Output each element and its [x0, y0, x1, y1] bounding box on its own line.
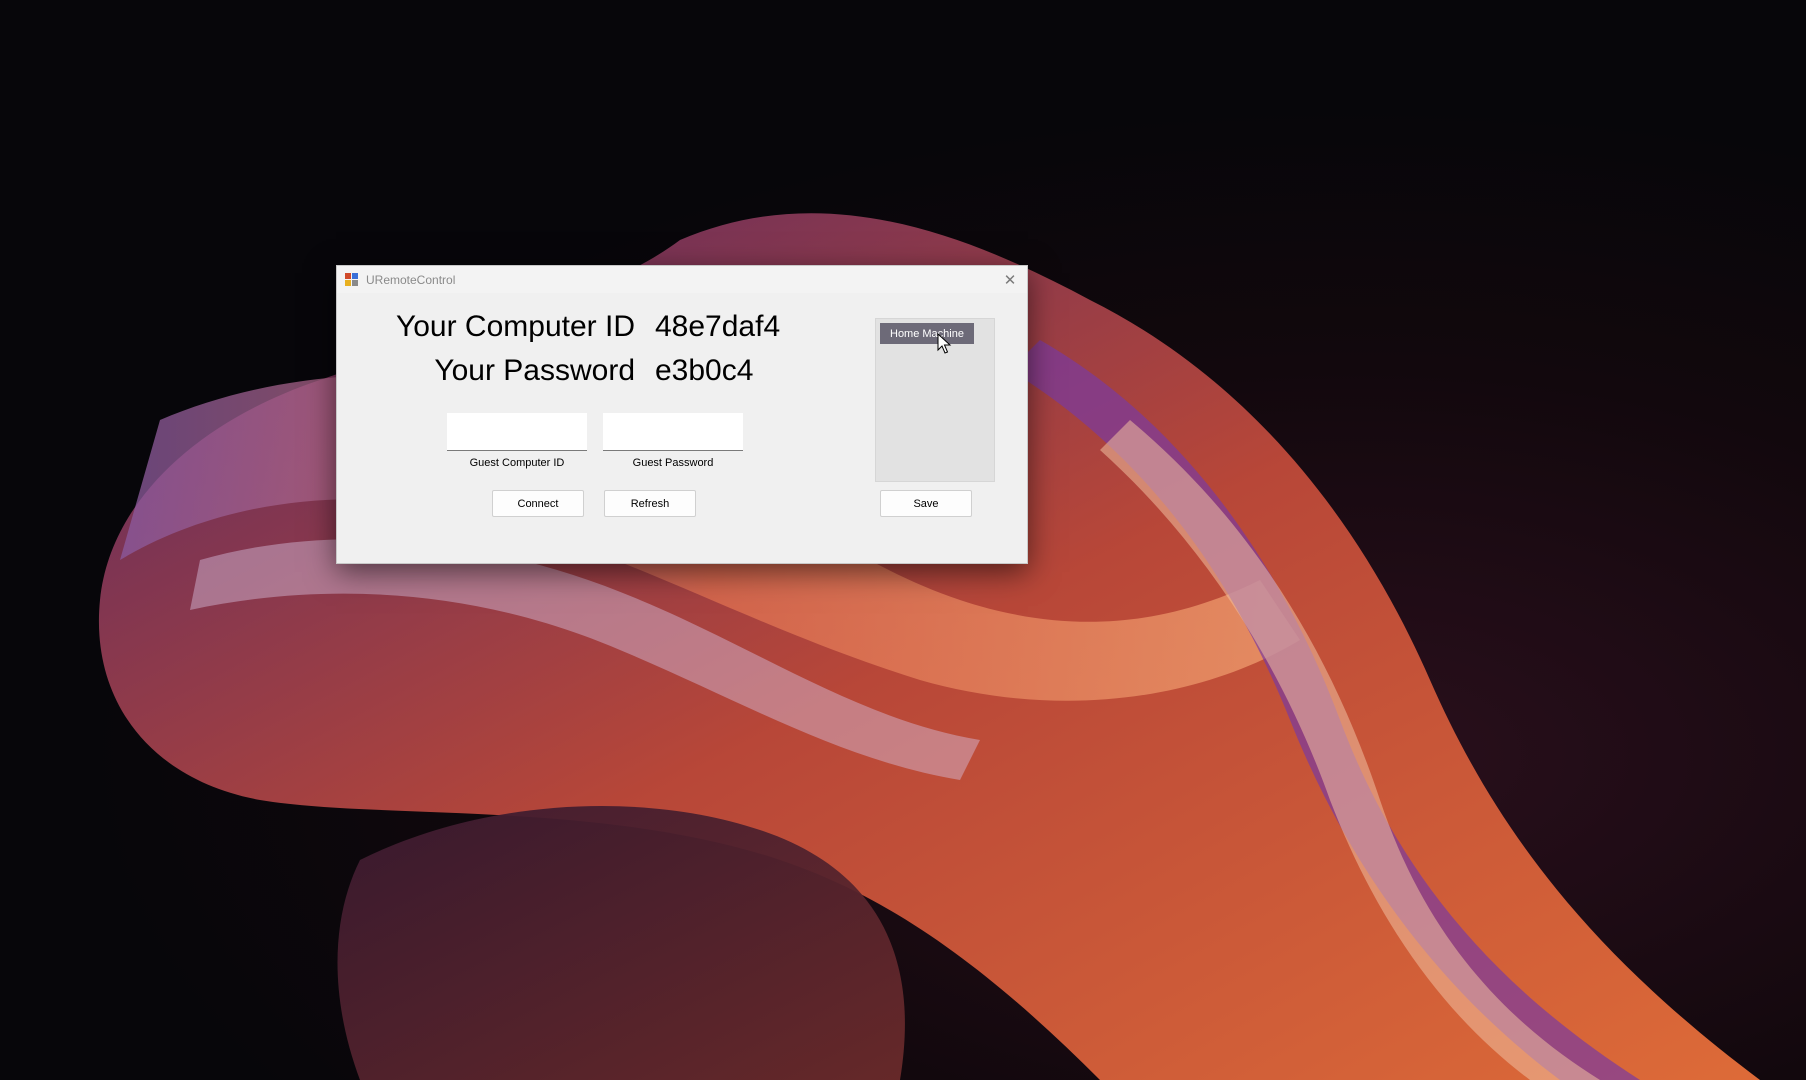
title-bar[interactable]: URemoteControl ✕	[337, 266, 1027, 293]
guest-computer-id-input[interactable]	[447, 413, 587, 451]
guest-password-input[interactable]	[603, 413, 743, 451]
mouse-pointer-icon	[937, 333, 952, 354]
close-button[interactable]: ✕	[993, 266, 1027, 293]
app-icon	[345, 273, 358, 286]
saved-machines-list[interactable]: Home Machine	[875, 318, 995, 482]
password-label: Your Password	[434, 354, 635, 387]
password-value: e3b0c4	[655, 354, 754, 387]
refresh-button[interactable]: Refresh	[604, 490, 696, 517]
guest-password-caption: Guest Password	[632, 457, 714, 469]
save-button[interactable]: Save	[880, 490, 972, 517]
app-window: URemoteControl ✕ Your Computer ID 48e7da…	[336, 265, 1028, 564]
computer-id-value: 48e7daf4	[655, 310, 781, 343]
window-title: URemoteControl	[366, 272, 456, 287]
saved-machine-item[interactable]: Home Machine	[880, 323, 974, 344]
guest-computer-id-caption: Guest Computer ID	[469, 457, 565, 469]
connect-button[interactable]: Connect	[492, 490, 584, 517]
close-icon: ✕	[1003, 271, 1017, 289]
computer-id-label: Your Computer ID	[395, 310, 635, 343]
